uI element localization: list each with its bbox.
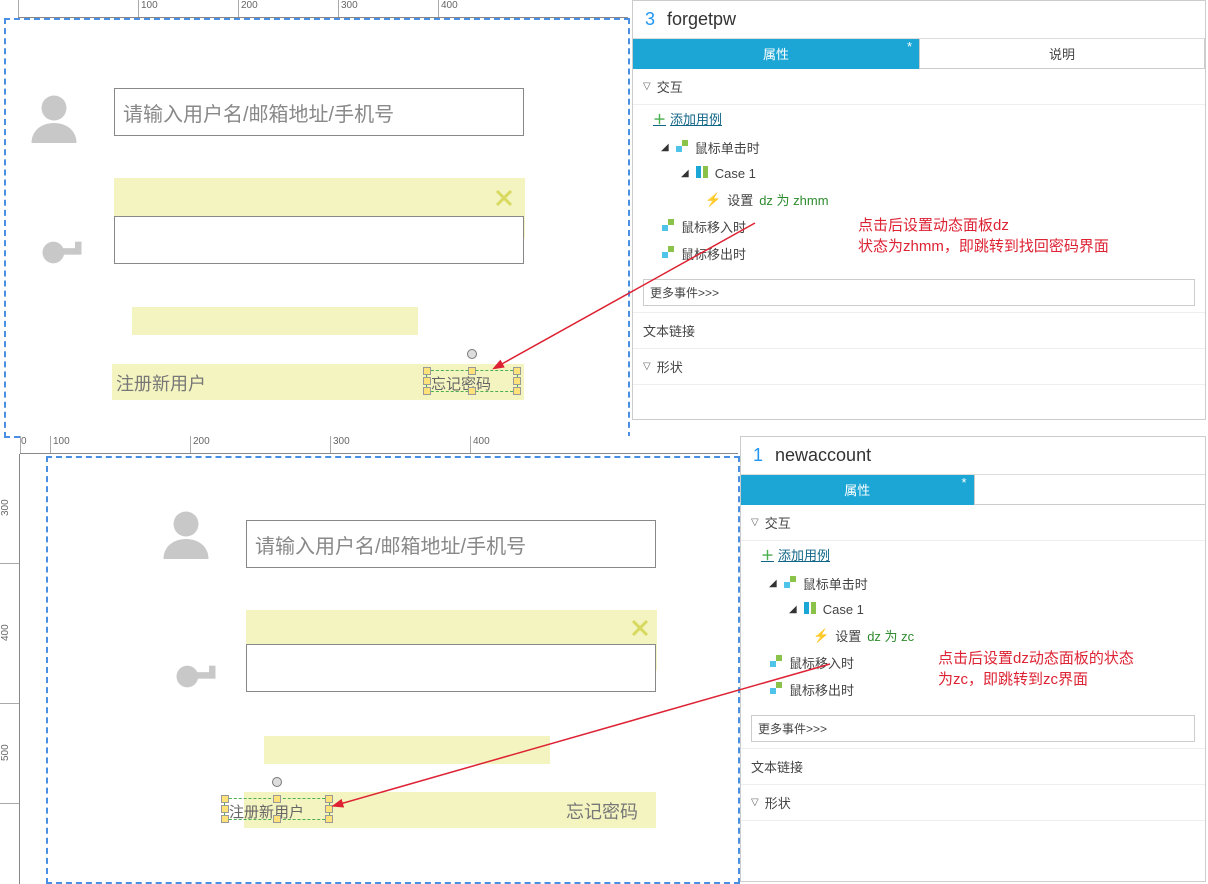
ruler-tick: 0: [21, 436, 27, 447]
event-icon: [675, 139, 689, 156]
event-label: 鼠标单击时: [695, 138, 760, 157]
arrow-icon: [300, 660, 840, 820]
annotation-line: 状态为zhmm，即跳转到找回密码界面: [858, 236, 1109, 257]
event-icon: [783, 575, 797, 592]
register-link-label: 注册新用户: [229, 801, 304, 822]
action-var: dz 为 zhmm: [759, 190, 828, 209]
section-interaction[interactable]: ▽ 交互: [741, 505, 1205, 541]
widget-number: 3: [645, 9, 655, 30]
action-text: 设置: [727, 190, 753, 209]
case-label: Case 1: [823, 602, 864, 617]
case-row[interactable]: ◢ Case 1: [769, 597, 1195, 622]
plus-icon: ＋: [653, 109, 666, 128]
input-placeholder: 请输入用户名/邮箱地址/手机号: [123, 98, 394, 127]
triangle-icon: ◢: [681, 168, 689, 179]
case-icon: [695, 165, 709, 182]
ruler-tick: 200: [241, 0, 258, 11]
star-icon: *: [907, 39, 912, 54]
section-label: 交互: [657, 77, 683, 96]
annotation-line: 点击后设置动态面板dz: [858, 215, 1109, 236]
tab-label: 属性: [844, 480, 870, 499]
annotation-line: 为zc，即跳转到zc界面: [938, 669, 1134, 690]
rotate-handle[interactable]: [272, 777, 282, 787]
resize-handle[interactable]: [423, 387, 431, 395]
ruler-tick: 400: [0, 624, 11, 641]
resize-handle[interactable]: [513, 387, 521, 395]
lightning-icon: ⚡: [705, 192, 721, 208]
action-row[interactable]: ⚡ 设置 dz 为 zhmm: [661, 186, 1195, 213]
lightning-icon: ⚡: [813, 628, 829, 644]
triangle-icon: ◢: [789, 604, 797, 615]
user-icon: [24, 88, 84, 153]
close-icon[interactable]: [494, 188, 514, 213]
user-icon: [156, 504, 216, 569]
add-case-link[interactable]: ＋添加用例: [741, 541, 1205, 568]
add-case-label: 添加用例: [670, 109, 722, 128]
section-label: 交互: [765, 513, 791, 532]
annotation-newaccount: 点击后设置dz动态面板的状态 为zc，即跳转到zc界面: [938, 648, 1134, 690]
widget-name[interactable]: newaccount: [775, 445, 871, 466]
section-interaction[interactable]: ▽ 交互: [633, 69, 1205, 105]
ruler-tick: 100: [53, 436, 70, 447]
tab-description[interactable]: 说明: [919, 39, 1205, 69]
annotation-forgetpw: 点击后设置动态面板dz 状态为zhmm，即跳转到找回密码界面: [858, 215, 1109, 257]
event-label: 鼠标单击时: [803, 574, 868, 593]
username-input[interactable]: 请输入用户名/邮箱地址/手机号: [246, 520, 656, 568]
plus-icon: ＋: [761, 545, 774, 564]
input-placeholder: 请输入用户名/邮箱地址/手机号: [255, 530, 526, 559]
tab-properties[interactable]: 属性 *: [741, 475, 974, 505]
resize-handle[interactable]: [273, 795, 281, 803]
key-icon: [36, 220, 88, 277]
tab-description[interactable]: 说明: [974, 475, 1206, 505]
triangle-icon: ◢: [769, 578, 777, 589]
ruler-tick: 200: [193, 436, 210, 447]
arrow-icon: [420, 215, 760, 385]
star-icon: *: [961, 475, 966, 490]
resize-handle[interactable]: [468, 387, 476, 395]
ruler-tick: 300: [333, 436, 350, 447]
event-onclick[interactable]: ◢ 鼠标单击时: [661, 134, 1195, 161]
highlight-bar: [132, 307, 418, 335]
resize-handle[interactable]: [221, 815, 229, 823]
username-input[interactable]: 请输入用户名/邮箱地址/手机号: [114, 88, 524, 136]
triangle-icon: ◢: [661, 142, 669, 153]
key-icon: [170, 644, 222, 701]
annotation-line: 点击后设置dz动态面板的状态: [938, 648, 1134, 669]
ruler-tick: 400: [441, 0, 458, 11]
widget-number: 1: [753, 445, 763, 466]
add-case-label: 添加用例: [778, 545, 830, 564]
ruler-tick: 500: [0, 744, 11, 761]
ruler-tick: 100: [141, 0, 158, 11]
ruler-tick: 300: [341, 0, 358, 11]
action-var: dz 为 zc: [867, 626, 914, 645]
ruler-tick: 300: [0, 499, 11, 516]
event-onclick[interactable]: ◢ 鼠标单击时: [769, 570, 1195, 597]
tab-label: 属性: [763, 44, 789, 63]
resize-handle[interactable]: [221, 795, 229, 803]
register-link[interactable]: 注册新用户: [116, 370, 206, 396]
chevron-down-icon: ▽: [751, 517, 759, 528]
widget-name[interactable]: forgetpw: [667, 9, 736, 30]
resize-handle[interactable]: [273, 815, 281, 823]
case-label: Case 1: [715, 166, 756, 181]
action-row[interactable]: ⚡ 设置 dz 为 zc: [769, 622, 1195, 649]
case-icon: [803, 601, 817, 618]
tab-label: 说明: [1049, 44, 1075, 63]
ruler-tick: 400: [473, 436, 490, 447]
resize-handle[interactable]: [221, 805, 229, 813]
add-case-link[interactable]: ＋添加用例: [633, 105, 1205, 132]
action-text: 设置: [835, 626, 861, 645]
chevron-down-icon: ▽: [643, 81, 651, 92]
close-icon[interactable]: [630, 618, 650, 643]
tab-properties[interactable]: 属性 *: [633, 39, 919, 69]
case-row[interactable]: ◢ Case 1: [661, 161, 1195, 186]
